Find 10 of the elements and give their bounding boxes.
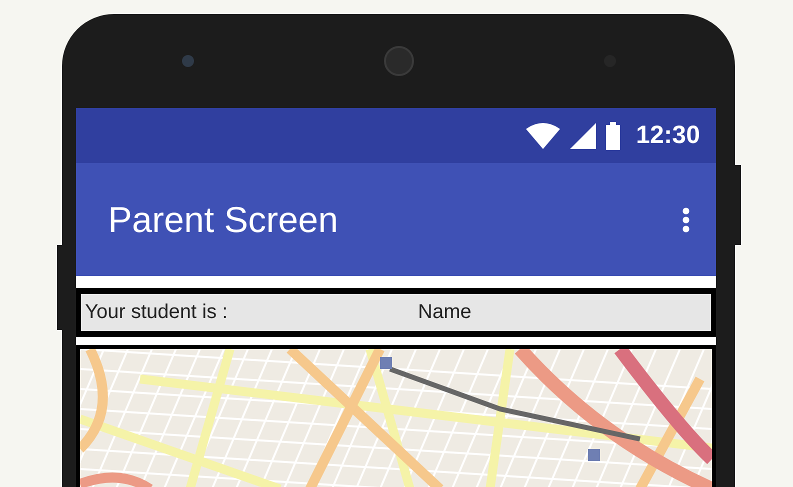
- screen-title: Parent Screen: [108, 198, 338, 240]
- student-label: Your student is :: [85, 301, 229, 324]
- student-name: Name: [418, 301, 472, 324]
- speaker-icon: [384, 46, 414, 76]
- battery-icon: [606, 122, 620, 150]
- camera-icon: [182, 55, 194, 67]
- overflow-menu-icon[interactable]: [682, 206, 690, 232]
- wifi-icon: [526, 122, 560, 148]
- status-time: 12:30: [636, 121, 700, 150]
- signal-icon: [570, 122, 596, 148]
